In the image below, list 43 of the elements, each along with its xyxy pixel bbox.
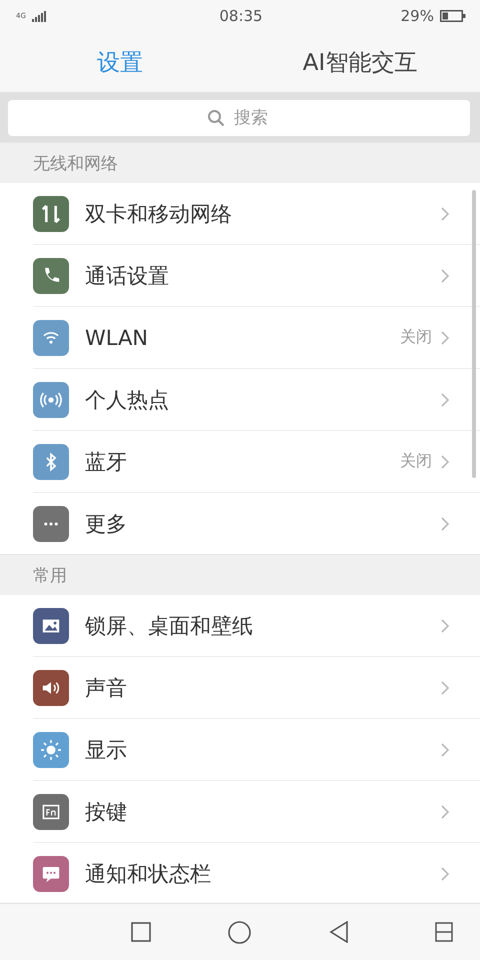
menu-icon[interactable]: [435, 922, 453, 942]
search-field[interactable]: 搜索: [8, 100, 470, 136]
settings-row[interactable]: 声音: [33, 657, 480, 719]
settings-row[interactable]: 锁屏、桌面和壁纸: [33, 595, 480, 657]
settings-row[interactable]: 更多: [33, 493, 480, 554]
row-label: 双卡和移动网络: [85, 200, 233, 228]
row-value: 关闭: [400, 327, 432, 348]
section-header: 无线和网络: [33, 152, 118, 174]
recents-icon[interactable]: [131, 922, 151, 942]
signal-icon: [32, 10, 46, 22]
settings-row[interactable]: 显示: [33, 719, 480, 781]
row-value: 关闭: [400, 451, 432, 472]
chevron-icon: [440, 392, 450, 408]
chevron-icon: [440, 618, 450, 634]
row-label: 更多: [85, 510, 128, 538]
chevron-icon: [440, 680, 450, 696]
row-label: 显示: [85, 736, 128, 764]
chevron-icon: [440, 330, 450, 346]
home-icon[interactable]: [228, 920, 251, 944]
chevron-icon: [440, 516, 450, 532]
row-label: 通知和状态栏: [85, 860, 212, 888]
row-label: 蓝牙: [85, 448, 128, 476]
row-label: 通话设置: [85, 262, 170, 290]
section-header: 常用: [33, 564, 67, 586]
settings-row[interactable]: 蓝牙 关闭: [33, 431, 480, 493]
chevron-icon: [440, 742, 450, 758]
battery-percent: 29%: [400, 7, 434, 25]
chevron-icon: [440, 804, 450, 820]
row-label: 声音: [85, 674, 128, 702]
tab[interactable]: AI智能交互: [240, 32, 480, 92]
row-label: 按键: [85, 798, 128, 826]
row-label: 锁屏、桌面和壁纸: [85, 612, 254, 640]
chevron-icon: [440, 866, 450, 882]
settings-row[interactable]: 通知和状态栏: [33, 843, 480, 902]
row-label: 个人热点: [85, 386, 170, 414]
chevron-icon: [440, 268, 450, 284]
row-label: WLAN: [85, 326, 150, 350]
back-icon[interactable]: [329, 921, 349, 943]
clock-time: 08:35: [219, 7, 263, 25]
chevron-icon: [440, 454, 450, 470]
settings-row[interactable]: 按键: [33, 781, 480, 843]
chevron-icon: [440, 206, 450, 222]
battery-icon: [440, 10, 466, 22]
